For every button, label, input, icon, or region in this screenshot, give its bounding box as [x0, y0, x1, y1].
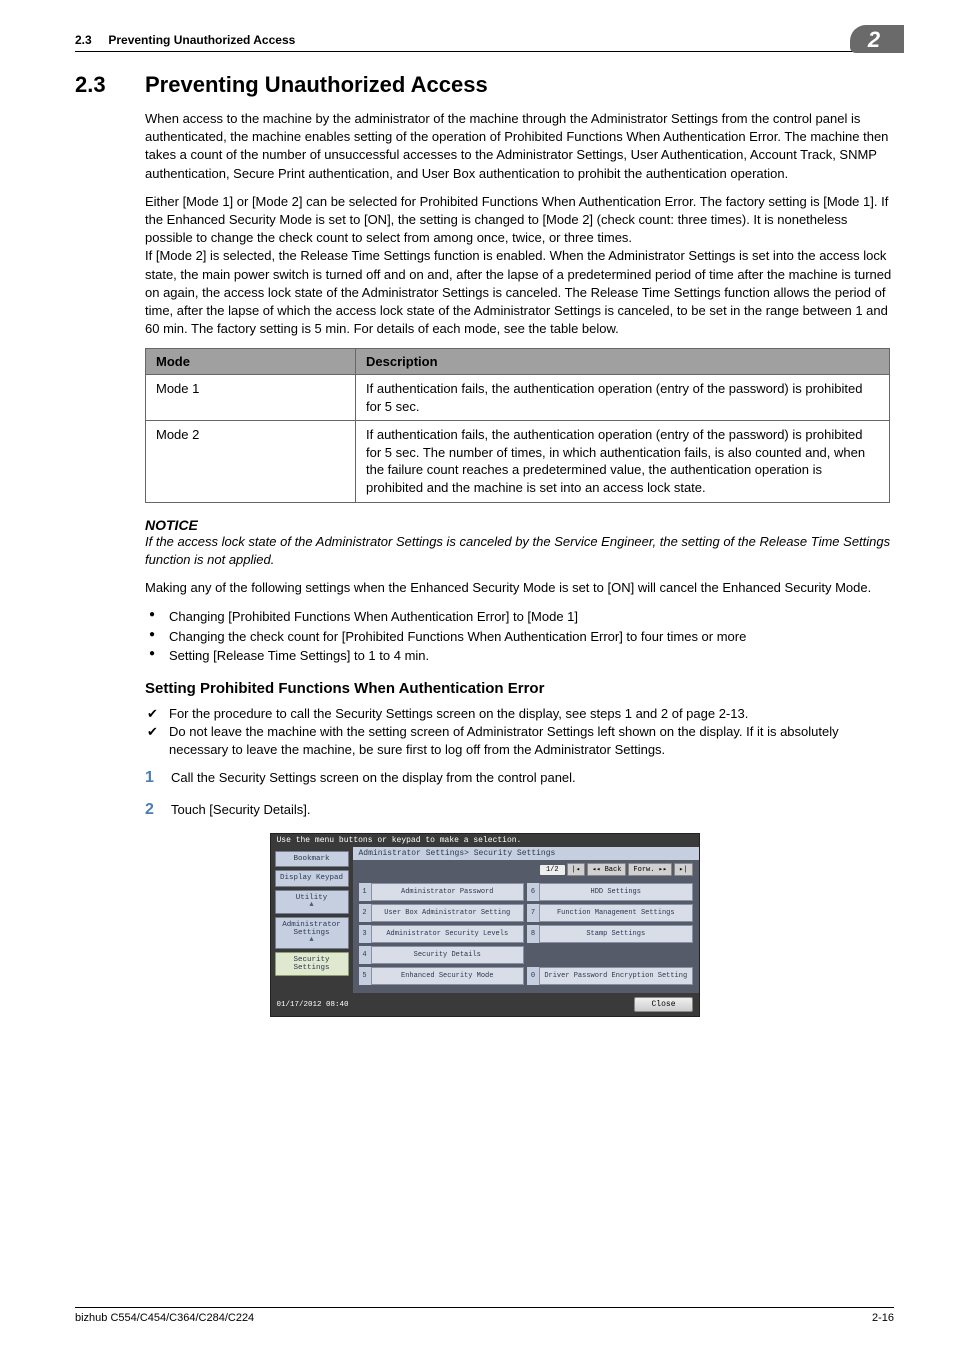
step-item: 1 Call the Security Settings screen on t…	[145, 769, 894, 787]
footer-model: bizhub C554/C454/C364/C284/C224	[75, 1312, 254, 1324]
menu-item-security-details[interactable]: 4Security Details	[359, 946, 525, 964]
page-footer: bizhub C554/C454/C364/C284/C224 2-16	[75, 1307, 894, 1324]
nav-first-btn[interactable]: |◂	[567, 863, 585, 876]
step-number: 2	[145, 801, 171, 819]
bullet-item: Changing [Prohibited Functions When Auth…	[145, 607, 894, 627]
paragraph-3: If [Mode 2] is selected, the Release Tim…	[145, 247, 894, 338]
menu-item-driver-pwd-enc[interactable]: 0Driver Password Encryption Setting	[527, 967, 693, 985]
menu-item-admin-password[interactable]: 1Administrator Password	[359, 883, 525, 901]
ss-pagination: 1/2 |◂ ◂◂ Back Forw. ▸▸ ▸|	[353, 860, 699, 879]
up-arrow-icon: ▲	[279, 902, 345, 910]
ss-datetime: 01/17/2012 08:40	[277, 1001, 349, 1009]
tab-utility[interactable]: Utility▲	[275, 890, 349, 914]
tab-administrator-settings[interactable]: Administrator Settings▲	[275, 917, 349, 949]
sub-heading: Setting Prohibited Functions When Authen…	[145, 680, 894, 697]
step-text: Touch [Security Details].	[171, 802, 310, 817]
table-row: Mode 1 If authentication fails, the auth…	[146, 375, 890, 421]
notice-heading: NOTICE	[145, 517, 894, 533]
step-list: 1 Call the Security Settings screen on t…	[145, 769, 894, 819]
device-screenshot: Use the menu buttons or keypad to make a…	[270, 833, 700, 1017]
menu-item-function-mgmt[interactable]: 7Function Management Settings	[527, 904, 693, 922]
tab-security-settings[interactable]: Security Settings	[275, 952, 349, 977]
footer-page-num: 2-16	[872, 1312, 894, 1324]
th-mode: Mode	[146, 349, 356, 375]
ss-menu-grid: 1Administrator Password 6HDD Settings 2U…	[353, 879, 699, 993]
tab-display-keypad[interactable]: Display Keypad	[275, 870, 349, 886]
page-header: 2.3 Preventing Unauthorized Access 2	[75, 28, 894, 52]
cell-desc: If authentication fails, the authenticat…	[356, 421, 890, 502]
ss-instruction: Use the menu buttons or keypad to make a…	[271, 834, 699, 847]
th-desc: Description	[356, 349, 890, 375]
header-section-num: 2.3	[75, 33, 92, 47]
page-indicator: 1/2	[540, 865, 565, 875]
menu-item-user-box-admin[interactable]: 2User Box Administrator Setting	[359, 904, 525, 922]
section-number: 2.3	[75, 72, 145, 98]
mode-table: Mode Description Mode 1 If authenticatio…	[145, 348, 890, 502]
nav-back-btn[interactable]: ◂◂ Back	[587, 863, 626, 876]
paragraph-1: When access to the machine by the admini…	[145, 110, 894, 183]
ss-footer: 01/17/2012 08:40 Close	[271, 993, 699, 1016]
ss-breadcrumb: Administrator Settings> Security Setting…	[353, 847, 699, 860]
ss-sidebar: Bookmark Display Keypad Utility▲ Adminis…	[271, 847, 353, 993]
menu-item-hdd-settings[interactable]: 6HDD Settings	[527, 883, 693, 901]
step-number: 1	[145, 769, 171, 787]
up-arrow-icon: ▲	[279, 937, 345, 945]
section-heading: 2.3 Preventing Unauthorized Access	[75, 72, 894, 98]
section-title: Preventing Unauthorized Access	[145, 72, 488, 98]
check-list: For the procedure to call the Security S…	[145, 705, 894, 760]
step-text: Call the Security Settings screen on the…	[171, 770, 576, 785]
step-item: 2 Touch [Security Details].	[145, 801, 894, 819]
cell-mode: Mode 2	[146, 421, 356, 502]
header-section-title: Preventing Unauthorized Access	[108, 33, 295, 47]
close-button[interactable]: Close	[634, 997, 692, 1012]
bullet-item: Changing the check count for [Prohibited…	[145, 627, 894, 647]
menu-item-admin-sec-levels[interactable]: 3Administrator Security Levels	[359, 925, 525, 943]
check-item: For the procedure to call the Security S…	[145, 705, 894, 723]
menu-item-enhanced-sec-mode[interactable]: 5Enhanced Security Mode	[359, 967, 525, 985]
check-item: Do not leave the machine with the settin…	[145, 723, 894, 759]
header-left: 2.3 Preventing Unauthorized Access	[75, 33, 295, 47]
table-row: Mode 2 If authentication fails, the auth…	[146, 421, 890, 502]
paragraph-2: Either [Mode 1] or [Mode 2] can be selec…	[145, 193, 894, 248]
bullet-item: Setting [Release Time Settings] to 1 to …	[145, 646, 894, 666]
chapter-badge: 2	[850, 25, 904, 53]
notice-text: If the access lock state of the Administ…	[145, 533, 894, 569]
cell-mode: Mode 1	[146, 375, 356, 421]
tab-bookmark[interactable]: Bookmark	[275, 851, 349, 867]
nav-last-btn[interactable]: ▸|	[674, 863, 692, 876]
bullet-list: Changing [Prohibited Functions When Auth…	[145, 607, 894, 666]
nav-forw-btn[interactable]: Forw. ▸▸	[628, 863, 672, 876]
paragraph-4: Making any of the following settings whe…	[145, 579, 894, 597]
menu-item-stamp-settings[interactable]: 8Stamp Settings	[527, 925, 693, 943]
cell-desc: If authentication fails, the authenticat…	[356, 375, 890, 421]
